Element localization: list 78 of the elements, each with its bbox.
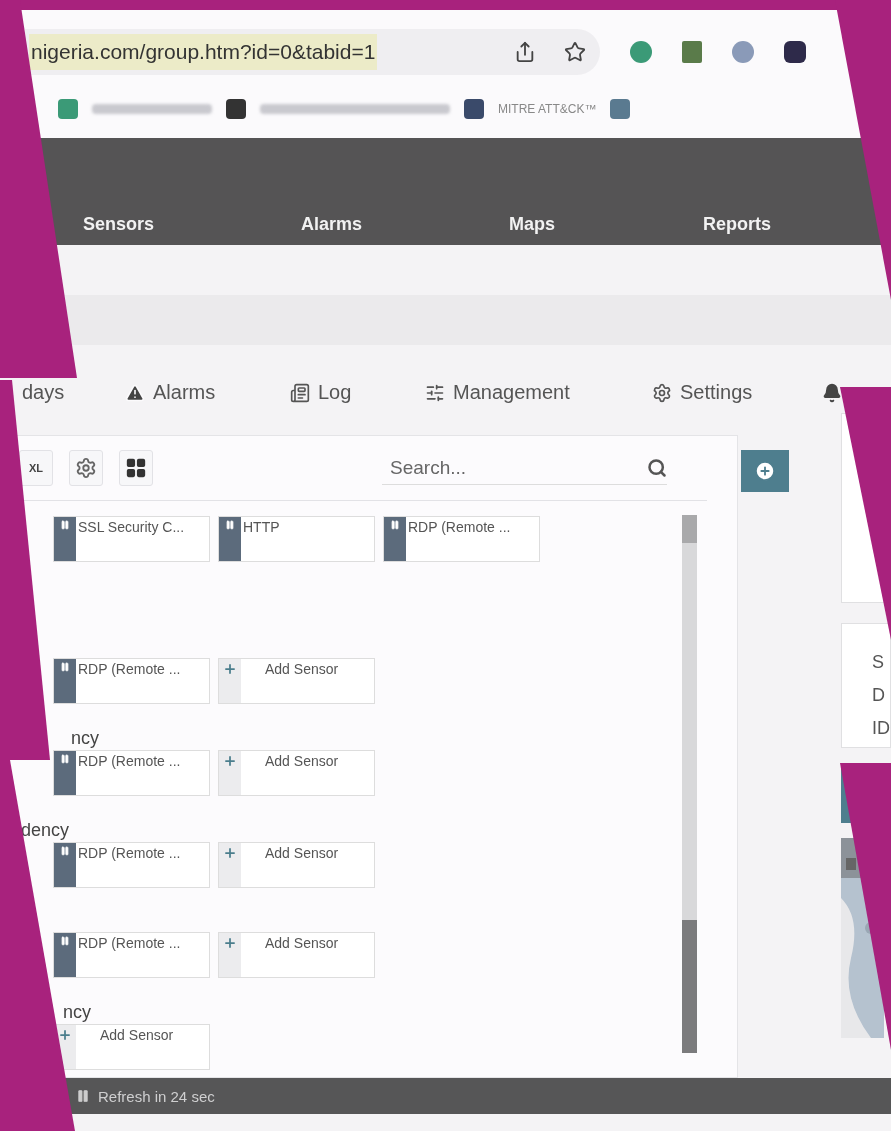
pause-icon: [60, 846, 70, 856]
sensor-tile[interactable]: RDP (Remote ...: [53, 842, 210, 888]
bookmark-icon[interactable]: [464, 99, 484, 119]
search-input[interactable]: Search...: [388, 455, 647, 480]
sensor-tile[interactable]: RDP (Remote ...: [53, 658, 210, 704]
url-text: nigeria.com/group.htm?id=0&tabid=1: [29, 34, 378, 70]
sensor-tile[interactable]: RDP (Remote ...: [383, 516, 540, 562]
detail-label: D: [872, 685, 886, 706]
add-sensor-label: Add Sensor: [264, 752, 339, 769]
tab[interactable]: Alarms: [125, 381, 290, 413]
bookmark-label[interactable]: MITRE ATT&CK™: [498, 102, 597, 116]
sensor-name: RDP (Remote ...: [77, 660, 181, 677]
tab[interactable]: Settings: [652, 381, 822, 413]
nav-item[interactable]: Sensors: [83, 214, 301, 235]
sensor-tile[interactable]: SSL Security C...: [53, 516, 210, 562]
pause-icon[interactable]: [76, 1089, 90, 1103]
sensor-tile[interactable]: RDP (Remote ...: [53, 750, 210, 796]
scrollbar[interactable]: [682, 515, 697, 1053]
add-sensor-label: Add Sensor: [264, 844, 339, 861]
tab[interactable]: Log: [290, 381, 425, 413]
add-sensor-label: Add Sensor: [99, 1026, 174, 1043]
sensor-name: SSL Security C...: [77, 518, 185, 535]
group-name: ncy: [71, 728, 100, 750]
pause-icon: [60, 936, 70, 946]
sensor-name: RDP (Remote ...: [77, 934, 181, 951]
plus-icon: [223, 936, 237, 950]
nav-item[interactable]: Alarms: [301, 214, 509, 235]
pause-icon: [60, 520, 70, 530]
grid-icon: [125, 457, 147, 479]
pause-icon: [390, 520, 400, 530]
extension-icon[interactable]: [784, 41, 806, 63]
add-sensor-tile[interactable]: Add Sensor: [53, 1024, 210, 1070]
add-sensor-tile[interactable]: Add Sensor: [218, 932, 375, 978]
sensor-tile[interactable]: RDP (Remote ...: [53, 932, 210, 978]
settings-icon: [652, 382, 672, 403]
add-sensor-label: Add Sensor: [264, 934, 339, 951]
plus-icon: [223, 846, 237, 860]
settings-button[interactable]: [69, 450, 103, 486]
pause-icon: [225, 520, 235, 530]
nav-item[interactable]: Reports: [703, 214, 853, 235]
sensor-tile[interactable]: HTTP: [218, 516, 375, 562]
pause-icon: [60, 754, 70, 764]
settings-icon: [75, 457, 97, 479]
add-sensor-tile[interactable]: Add Sensor: [218, 842, 375, 888]
nav-item[interactable]: Maps: [509, 214, 703, 235]
bookmark-icon[interactable]: [610, 99, 631, 119]
tab[interactable]: Management: [425, 381, 652, 413]
add-sensor-tile[interactable]: Add Sensor: [218, 658, 375, 704]
sliders-icon: [425, 382, 445, 403]
group-name: ncy: [63, 1002, 92, 1024]
sensor-name: HTTP: [242, 518, 280, 535]
star-icon[interactable]: [564, 41, 586, 63]
refresh-status: Refresh in 24 sec: [98, 1087, 215, 1105]
warning-icon: [125, 382, 145, 403]
search-field[interactable]: Search...: [382, 451, 667, 485]
xl-button[interactable]: XL: [19, 450, 53, 486]
sensor-name: RDP (Remote ...: [407, 518, 511, 535]
pause-icon: [60, 662, 70, 672]
plus-icon: [58, 1028, 72, 1042]
plus-icon: [223, 754, 237, 768]
add-button[interactable]: [741, 450, 789, 492]
sensor-name: RDP (Remote ...: [77, 752, 181, 769]
tab[interactable]: days: [22, 381, 125, 413]
share-icon[interactable]: [514, 41, 536, 63]
detail-label: ID: [872, 718, 890, 739]
add-sensor-tile[interactable]: Add Sensor: [218, 750, 375, 796]
sensor-name: RDP (Remote ...: [77, 844, 181, 861]
grid-view-button[interactable]: [119, 450, 153, 486]
address-bar[interactable]: nigeria.com/group.htm?id=0&tabid=1: [25, 29, 600, 75]
bookmark-icon[interactable]: [226, 99, 246, 119]
log-icon: [290, 382, 310, 403]
add-sensor-label: Add Sensor: [264, 660, 339, 677]
bell-icon[interactable]: [822, 383, 842, 403]
plus-icon: [754, 460, 776, 482]
plus-icon: [223, 662, 237, 676]
group-name: dency: [21, 820, 71, 842]
search-icon[interactable]: [647, 457, 667, 478]
detail-label: S: [872, 652, 885, 673]
